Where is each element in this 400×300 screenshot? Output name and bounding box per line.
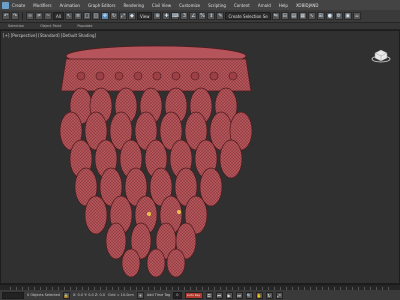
window-crossing-icon[interactable]: ◫ <box>91 12 100 20</box>
menu-user[interactable]: XOBIDJAND <box>296 3 319 8</box>
petal-wire <box>220 140 242 178</box>
menu-animation[interactable]: Animation <box>60 3 80 8</box>
maxscript-listener-field[interactable] <box>2 291 24 299</box>
viewcube-home-icon[interactable] <box>371 45 391 65</box>
named-selection-sets-dropdown[interactable]: Create Selection Se <box>225 12 271 20</box>
app-logo-icon[interactable] <box>2 1 9 9</box>
render-setup-icon[interactable]: ⚙ <box>334 12 343 20</box>
menu-rendering[interactable]: Rendering <box>123 3 143 8</box>
menu-scripting[interactable]: Scripting <box>208 3 226 8</box>
menu-create[interactable]: Create <box>12 3 25 8</box>
menu-graph-editors[interactable]: Graph Editors <box>88 3 115 8</box>
unlink-icon[interactable]: ≠ <box>35 12 43 20</box>
spinner-snap-icon[interactable]: ⇕ <box>207 12 216 20</box>
chandelier-wireframe-model <box>59 45 253 278</box>
selection-filter-dropdown[interactable]: All <box>53 12 64 20</box>
curve-editor-icon[interactable]: ∿ <box>307 12 316 20</box>
add-time-tag-icon[interactable]: + <box>136 291 144 299</box>
schematic-view-icon[interactable]: ⊞ <box>316 12 325 20</box>
petal-wire <box>122 249 140 277</box>
percent-snap-icon[interactable]: % <box>198 12 207 20</box>
menu-modifiers[interactable]: Modifiers <box>33 3 51 8</box>
ring-ornament <box>95 71 105 81</box>
layer-explorer-icon[interactable]: ▦ <box>298 12 307 20</box>
ring-ornament <box>152 71 162 81</box>
scale-icon[interactable]: ⤢ <box>118 12 127 20</box>
petal-wire <box>85 196 107 234</box>
bind-space-warp-icon[interactable]: ~ <box>44 12 52 20</box>
render-production-icon[interactable]: ☕ <box>352 12 361 20</box>
select-by-name-icon[interactable]: ≡ <box>73 12 82 20</box>
coordinate-readout: X: 0.0 Y: 0.0 Z: 0.0 <box>72 293 106 297</box>
angle-snap-icon[interactable]: ∠ <box>189 12 198 20</box>
ring-ornament <box>76 71 86 81</box>
pan-icon[interactable]: ✋ <box>255 291 263 299</box>
mirror-icon[interactable]: ⇋ <box>271 12 280 20</box>
orbit-icon[interactable]: ↻ <box>265 291 273 299</box>
petal-wire <box>167 249 185 277</box>
pivot-center-icon[interactable]: ⊕ <box>153 12 162 20</box>
edit-named-selection-icon[interactable]: ✎ <box>216 12 225 20</box>
perspective-viewport[interactable]: [+] [Perspective] [Standard] [Default Sh… <box>0 30 400 284</box>
keyboard-shortcut-override-icon[interactable]: ⌨ <box>171 12 180 20</box>
scene-explorer-icon[interactable]: ▤ <box>289 12 298 20</box>
rendered-frame-window-icon[interactable]: ▣ <box>343 12 352 20</box>
menu-customize[interactable]: Customize <box>179 3 200 8</box>
set-key-icon[interactable]: ⚿ <box>205 291 213 299</box>
petal-wire <box>106 223 126 259</box>
ribbon-tab-selection[interactable]: Selection <box>8 24 24 28</box>
lock-selection-icon[interactable]: 🔒 <box>62 291 70 299</box>
petal-wire <box>147 249 165 277</box>
menu-civil-view[interactable]: Civil View <box>152 3 171 8</box>
menu-help[interactable]: Help <box>279 3 288 8</box>
ring-ornament <box>171 71 181 81</box>
go-to-end-icon[interactable]: ⏭ <box>235 291 243 299</box>
go-to-start-icon[interactable]: ⏮ <box>215 291 223 299</box>
ribbon-tab-object-paint[interactable]: Object Paint <box>40 24 61 28</box>
reference-coordinate-dropdown[interactable]: View <box>136 12 153 20</box>
move-icon[interactable]: ✥ <box>100 12 109 20</box>
gizmo-marker <box>177 210 181 214</box>
ring-ornament <box>228 71 238 81</box>
menu-content[interactable]: Content <box>234 3 250 8</box>
auto-key-button[interactable]: Auto Key <box>184 291 203 299</box>
ring-ornament <box>209 71 219 81</box>
rotate-icon[interactable]: ↻ <box>109 12 118 20</box>
snaps-toggle-icon[interactable]: 3 <box>180 12 189 20</box>
viewport-label[interactable]: [+] [Perspective] [Standard] [Default Sh… <box>3 33 96 38</box>
toolbar-divider <box>22 12 23 20</box>
place-icon[interactable]: ◆ <box>127 12 136 20</box>
redo-icon[interactable]: ↷ <box>11 12 19 20</box>
ring-ornament <box>190 71 200 81</box>
select-object-icon[interactable]: ↖ <box>64 12 73 20</box>
ring-ornament <box>114 71 124 81</box>
ribbon-tab-populate[interactable]: Populate <box>77 24 92 28</box>
gizmo-marker <box>147 212 151 216</box>
main-toolbar: ↶ ↷ ∞ ≠ ~ All ↖ ≡ □ ◫ ✥ ↻ ⤢ ◆ View ⊕ ✚ ⌨… <box>0 10 400 23</box>
ring-ornament <box>133 71 143 81</box>
current-frame-field[interactable]: 0 <box>173 291 182 299</box>
select-manipulate-icon[interactable]: ✚ <box>162 12 171 20</box>
undo-icon[interactable]: ↶ <box>2 12 10 20</box>
status-bar: 0 Objects Selected 🔒 X: 0.0 Y: 0.0 Z: 0.… <box>0 290 400 300</box>
menu-bar: Create Modifiers Animation Graph Editors… <box>0 0 400 10</box>
play-icon[interactable]: ▶ <box>225 291 233 299</box>
ribbon-bar: Selection Object Paint Populate <box>0 23 400 30</box>
align-icon[interactable]: ⊟ <box>280 12 289 20</box>
zoom-icon[interactable]: 🔍 <box>245 291 253 299</box>
rectangle-selection-icon[interactable]: □ <box>82 12 91 20</box>
maximize-viewport-icon[interactable]: ⤢ <box>275 291 283 299</box>
link-icon[interactable]: ∞ <box>26 12 34 20</box>
add-time-tag-label[interactable]: Add Time Tag <box>147 293 171 297</box>
material-editor-icon[interactable]: ● <box>325 12 334 20</box>
grid-size-text: Grid = 10.0cm <box>108 293 134 297</box>
menu-arnold[interactable]: Arnold <box>258 3 271 8</box>
selection-status-text: 0 Objects Selected <box>27 293 60 297</box>
